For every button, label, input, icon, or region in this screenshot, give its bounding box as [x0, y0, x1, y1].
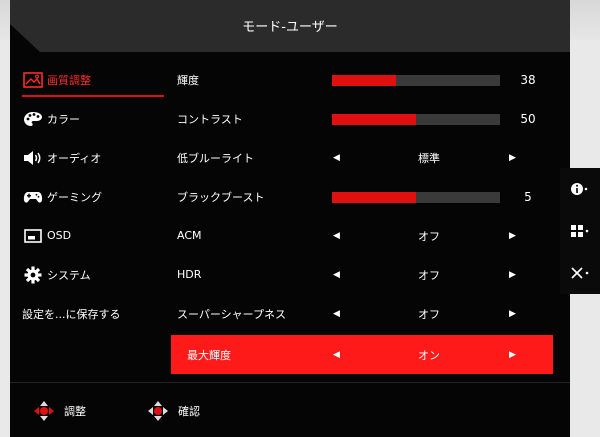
arrow-right-icon[interactable]: ▶ [509, 350, 516, 360]
setting-label: ACM [177, 229, 202, 242]
right-panel [560, 168, 600, 294]
setting-label: ブラックブースト [177, 190, 265, 204]
dpad-center-icon [146, 399, 170, 423]
footer-confirm: 確認 [146, 399, 200, 423]
sidebar-item-color[interactable]: カラー [22, 99, 164, 138]
setting-super-sharpness[interactable]: スーパーシャープネス ◀ オフ ▶ [161, 294, 543, 333]
setting-label: HDR [177, 268, 202, 281]
sidebar-item-label: 画質調整 [47, 73, 91, 87]
arrow-left-icon[interactable]: ◀ [333, 270, 340, 280]
arrow-right-icon[interactable]: ▶ [509, 153, 516, 163]
sidebar-item-label: ゲーミング [47, 190, 102, 204]
setting-value: オフ [418, 268, 440, 282]
sidebar-item-picture[interactable]: 画質調整 [22, 60, 164, 99]
setting-value: オン [418, 348, 440, 362]
setting-label: コントラスト [177, 112, 243, 126]
arrow-left-icon[interactable]: ◀ [333, 350, 340, 360]
slider-fill [332, 75, 396, 86]
footer-adjust: 調整 [32, 399, 86, 423]
info-icon[interactable] [560, 168, 600, 210]
brightness-slider[interactable] [332, 75, 500, 86]
setting-brightness[interactable]: 輝度 38 [161, 60, 543, 99]
input-icon[interactable] [560, 210, 600, 252]
speaker-icon [22, 149, 44, 167]
setting-value: オフ [418, 229, 440, 243]
slider-fill [332, 114, 416, 125]
arrow-left-icon[interactable]: ◀ [333, 231, 340, 241]
sidebar-item-label: システム [47, 268, 91, 282]
setting-label: 最大輝度 [187, 348, 231, 362]
gamepad-icon [22, 188, 44, 206]
footer-confirm-label: 確認 [178, 405, 200, 418]
arrow-right-icon[interactable]: ▶ [509, 309, 516, 319]
setting-value: 50 [520, 111, 536, 126]
sidebar: 画質調整 カラー オーディオ ゲーミング OSD システム 設定を...に保存す… [22, 60, 164, 333]
sidebar-item-label: オーディオ [47, 151, 102, 165]
setting-blue-light[interactable]: 低ブルーライト ◀ 標準 ▶ [161, 138, 543, 177]
osd-menu: モード-ユーザー 画質調整 カラー オーディオ ゲーミング OSD システム 設… [10, 0, 570, 437]
save-settings-button[interactable]: 設定を...に保存する [22, 294, 164, 333]
gear-icon [22, 266, 44, 284]
setting-max-brightness[interactable]: 最大輝度 ◀ オン ▶ [171, 335, 553, 374]
osd-icon [22, 227, 44, 245]
arrow-right-icon[interactable]: ▶ [509, 270, 516, 280]
setting-label: 輝度 [177, 73, 199, 87]
close-icon[interactable] [560, 252, 600, 294]
setting-acm[interactable]: ACM ◀ オフ ▶ [161, 216, 543, 255]
setting-value: オフ [418, 307, 440, 321]
setting-value: 38 [520, 72, 536, 87]
footer-adjust-label: 調整 [64, 405, 86, 418]
sidebar-item-system[interactable]: システム [22, 255, 164, 294]
picture-icon [22, 71, 44, 89]
contrast-slider[interactable] [332, 114, 500, 125]
setting-value: 標準 [418, 151, 440, 165]
arrow-left-icon[interactable]: ◀ [333, 153, 340, 163]
setting-label: 低ブルーライト [177, 151, 254, 165]
footer: 調整 確認 [10, 382, 570, 437]
sidebar-item-label: OSD [47, 229, 72, 242]
sidebar-item-osd[interactable]: OSD [22, 216, 164, 255]
black-boost-slider[interactable] [332, 192, 500, 203]
setting-black-boost[interactable]: ブラックブースト 5 [161, 177, 543, 216]
osd-title: モード-ユーザー [242, 20, 338, 35]
setting-contrast[interactable]: コントラスト 50 [161, 99, 543, 138]
sidebar-item-gaming[interactable]: ゲーミング [22, 177, 164, 216]
palette-icon [22, 110, 44, 128]
arrow-left-icon[interactable]: ◀ [333, 309, 340, 319]
dpad-left-right-icon [32, 399, 56, 423]
setting-value: 5 [524, 189, 532, 204]
setting-label: スーパーシャープネス [177, 307, 287, 321]
slider-fill [332, 192, 416, 203]
sidebar-item-audio[interactable]: オーディオ [22, 138, 164, 177]
settings-list: 輝度 38 コントラスト 50 低ブルーライト ◀ 標準 ▶ ブラックブースト … [161, 60, 553, 374]
sidebar-item-label: カラー [47, 112, 80, 126]
setting-hdr[interactable]: HDR ◀ オフ ▶ [161, 255, 543, 294]
arrow-right-icon[interactable]: ▶ [509, 231, 516, 241]
